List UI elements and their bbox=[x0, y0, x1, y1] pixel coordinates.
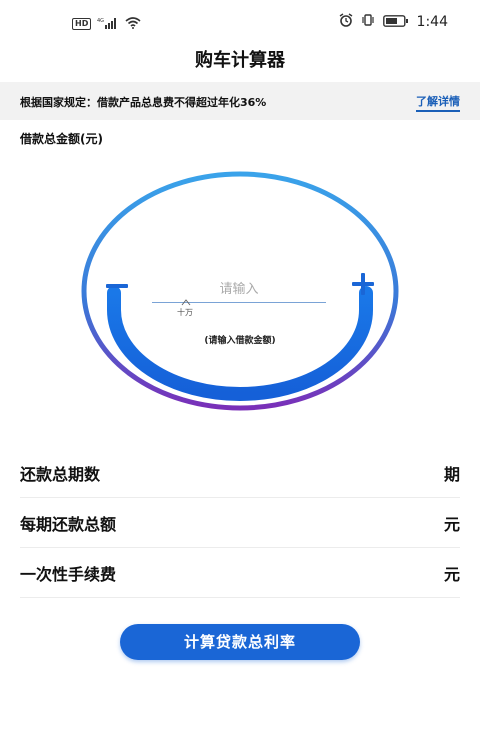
row-one-time-fee[interactable]: 一次性手续费 元 bbox=[20, 548, 460, 598]
alarm-icon bbox=[339, 12, 353, 31]
loan-amount-input[interactable] bbox=[152, 276, 326, 303]
row-label: 一次性手续费 bbox=[20, 564, 117, 584]
increase-button[interactable] bbox=[350, 272, 376, 296]
row-per-period-amount[interactable]: 每期还款总额 元 bbox=[20, 498, 460, 548]
wifi-icon bbox=[125, 14, 141, 33]
battery-icon bbox=[382, 12, 409, 31]
page-title: 购车计算器 bbox=[195, 50, 285, 71]
signal-icon: 4G bbox=[97, 14, 119, 33]
learn-more-link[interactable]: 了解详情 bbox=[416, 93, 460, 112]
unit-label: 十万 bbox=[177, 308, 193, 317]
notice-banner: 根据国家规定：借款产品总息费不得超过年化36% 了解详情 bbox=[0, 82, 480, 120]
minus-icon bbox=[106, 284, 128, 288]
vibrate-icon bbox=[361, 12, 375, 31]
row-unit: 元 bbox=[443, 564, 460, 584]
network-type: 4G bbox=[97, 18, 104, 24]
clock: 1:44 bbox=[416, 13, 448, 30]
calculate-button[interactable]: 计算贷款总利率 bbox=[120, 624, 360, 660]
amount-hint: (请输入借款金额) bbox=[204, 336, 276, 346]
status-right: 1:44 bbox=[339, 12, 448, 31]
status-bar: HD 4G 1:44 bbox=[0, 0, 480, 44]
row-unit: 元 bbox=[443, 514, 460, 534]
decrease-button[interactable] bbox=[104, 273, 130, 297]
row-label: 还款总期数 bbox=[20, 464, 101, 484]
status-left: HD 4G bbox=[72, 14, 141, 33]
loan-amount-label: 借款总金额(元) bbox=[20, 132, 103, 146]
plus-icon bbox=[352, 273, 374, 295]
notice-text: 根据国家规定：借款产品总息费不得超过年化36% bbox=[20, 96, 267, 109]
row-unit: 期 bbox=[443, 464, 460, 484]
hd-badge: HD bbox=[72, 17, 92, 30]
repayment-list: 还款总期数 期 每期还款总额 元 一次性手续费 元 bbox=[20, 448, 460, 598]
row-total-periods[interactable]: 还款总期数 期 bbox=[20, 448, 460, 498]
caret-icon bbox=[181, 299, 191, 306]
row-label: 每期还款总额 bbox=[20, 514, 117, 534]
